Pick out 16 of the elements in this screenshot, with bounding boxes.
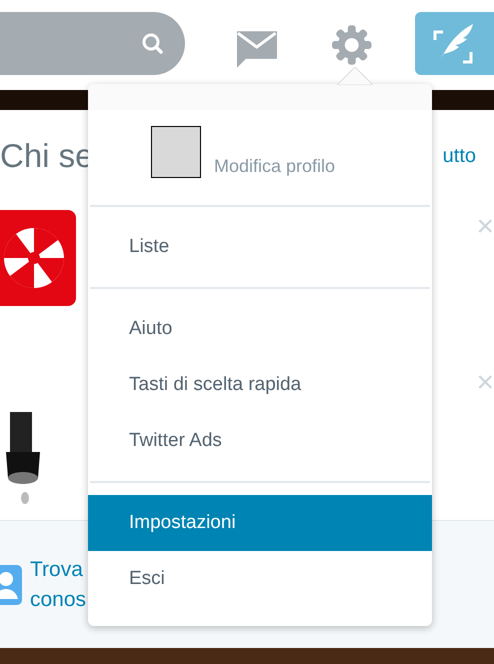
settings-icon[interactable]	[332, 25, 372, 65]
menu-item[interactable]: Tasti di scelta rapida	[88, 357, 432, 413]
menu-item[interactable]: Impostazioni	[88, 495, 432, 551]
menu-item[interactable]: Esci	[88, 551, 432, 607]
refresh-link[interactable]: utto	[442, 144, 476, 168]
envelope-icon[interactable]	[236, 29, 278, 69]
menu-item[interactable]: Liste	[88, 219, 432, 275]
avatar-placeholder	[151, 126, 201, 178]
quill-icon	[430, 22, 475, 66]
search-icon	[140, 32, 165, 56]
menu-item[interactable]: Modifica profilo	[88, 110, 432, 205]
compose-button[interactable]	[414, 12, 494, 75]
menu-item[interactable]: Twitter Ads	[88, 413, 432, 469]
search-field[interactable]	[0, 12, 185, 75]
find-people-link[interactable]: Trova conos	[30, 554, 86, 614]
menu-item[interactable]: Aiuto	[88, 301, 432, 357]
